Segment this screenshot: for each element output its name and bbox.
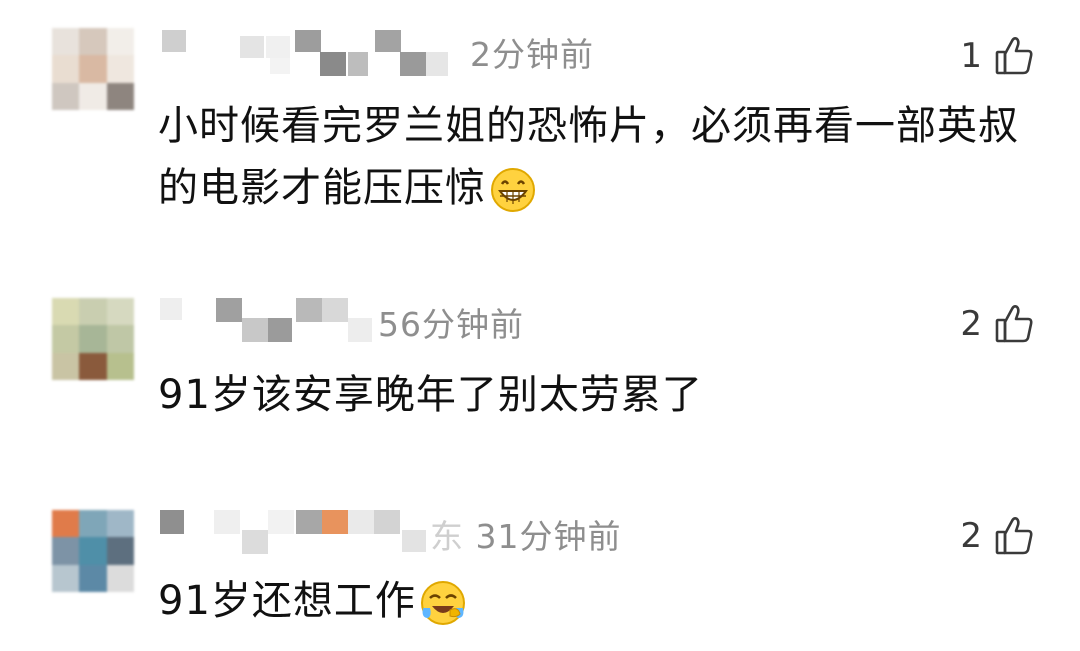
comment-text-line: 小时候看完罗兰姐的恐怖片，必须再看一部英叔 (158, 103, 1019, 149)
comment-text-line: 91岁还想工作 (158, 578, 416, 624)
like-button[interactable]: 2 (960, 300, 1034, 348)
comment-text: 91岁还想工作 (158, 570, 1038, 632)
username-redacted[interactable] (160, 294, 380, 342)
comment-text-line: 91岁该安享晚年了别太劳累了 (158, 372, 703, 418)
comment-item: 东 31分钟前 2 91岁还想工作 (0, 500, 1080, 651)
comment-text-line: 的电影才能压压惊 (158, 165, 486, 211)
comment-text: 小时候看完罗兰姐的恐怖片，必须再看一部英叔 的电影才能压压惊 (158, 95, 1038, 219)
comment-time: 东 31分钟前 (430, 514, 622, 560)
comment-text: 91岁该安享晚年了别太劳累了 (158, 364, 1038, 426)
comment-text-line-wrap: 91岁还想工作 (158, 570, 1038, 632)
avatar[interactable] (52, 28, 134, 110)
comment-time: 2分钟前 (470, 35, 594, 74)
like-button[interactable]: 2 (960, 512, 1034, 560)
comment-item: 2分钟前 1 小时候看完罗兰姐的恐怖片，必须再看一部英叔 的电影才能压压惊 (0, 0, 1080, 240)
avatar[interactable] (52, 298, 134, 380)
comment-item: 56分钟前 2 91岁该安享晚年了别太劳累了 (0, 290, 1080, 440)
comment-time-label: 31分钟前 (475, 517, 622, 556)
avatar[interactable] (52, 510, 134, 592)
like-button[interactable]: 1 (960, 32, 1034, 80)
comment-text-line-2: 的电影才能压压惊 (158, 157, 1038, 219)
thumbs-up-icon (995, 305, 1033, 343)
comment-time: 56分钟前 (378, 305, 524, 344)
like-count: 2 (960, 516, 982, 556)
like-count: 2 (960, 304, 982, 344)
username-redacted[interactable] (160, 28, 460, 76)
grinning-face-emoji (491, 168, 535, 212)
thumbs-up-icon (995, 37, 1033, 75)
username-suffix: 东 (430, 517, 464, 556)
like-count: 1 (960, 36, 982, 76)
username-redacted[interactable] (160, 506, 450, 554)
thumbs-up-icon (995, 517, 1033, 555)
face-with-tears-of-joy-emoji (420, 581, 465, 625)
